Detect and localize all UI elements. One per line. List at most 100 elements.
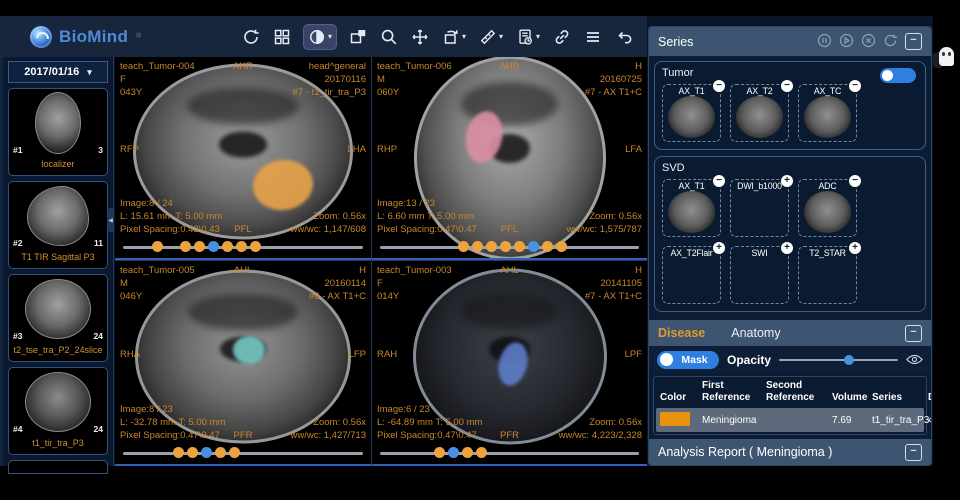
slice-dot[interactable]: [486, 241, 497, 252]
slice-slider[interactable]: [123, 447, 363, 459]
study-date-dropdown[interactable]: 2017/01/16 ▾: [8, 61, 108, 83]
lesion-color-swatch[interactable]: [660, 412, 690, 426]
slice-markers[interactable]: [123, 241, 363, 252]
series-slot-ax-t2[interactable]: −AX_T2: [730, 84, 789, 142]
slice-dot[interactable]: [458, 241, 469, 252]
link-icon[interactable]: [553, 28, 571, 46]
slice-dot[interactable]: [236, 241, 247, 252]
analysis-report-header[interactable]: Analysis Report ( Meningioma ): [649, 439, 931, 465]
series-slot-ax-t2flair[interactable]: +AX_T2Flair: [662, 246, 721, 304]
eye-icon[interactable]: [906, 354, 923, 365]
slice-dot[interactable]: [180, 241, 191, 252]
slice-dot[interactable]: [229, 447, 240, 458]
current-slice-dot[interactable]: [448, 447, 459, 458]
slice-dot[interactable]: [500, 241, 511, 252]
series-slot-dwi-b1000[interactable]: +DWI_b1000: [730, 179, 789, 237]
series-slot-t2-star[interactable]: +T2_STAR: [798, 246, 857, 304]
slice-dot[interactable]: [187, 447, 198, 458]
slice-dot[interactable]: [514, 241, 525, 252]
slice-slider[interactable]: [380, 447, 639, 459]
refresh-icon[interactable]: [883, 33, 898, 51]
viewport-2[interactable]: teach_Tumor-006M060Y AHR H20160725#7 - A…: [372, 57, 647, 260]
series-slot-swi[interactable]: +SWI: [730, 246, 789, 304]
stop-circle-icon[interactable]: [861, 33, 876, 51]
play-circle-icon[interactable]: [839, 33, 854, 51]
swap-layout-icon[interactable]: [349, 28, 367, 46]
mask-toggle[interactable]: Mask: [657, 351, 719, 369]
remove-badge-icon[interactable]: −: [713, 80, 725, 92]
viewport-4[interactable]: teach_Tumor-003F014Y AHL H20141105#7 - A…: [372, 261, 647, 466]
add-badge-icon[interactable]: +: [781, 242, 793, 254]
current-slice-dot[interactable]: [201, 447, 212, 458]
collapse-icon[interactable]: [905, 444, 922, 461]
viewport-1[interactable]: teach_Tumor-004F043Y AHR head^general201…: [115, 57, 371, 260]
slice-markers[interactable]: [380, 241, 639, 252]
zoom-search-icon[interactable]: [380, 28, 398, 46]
remove-badge-icon[interactable]: −: [849, 175, 861, 187]
tab-anatomy[interactable]: Anatomy: [731, 326, 780, 340]
series-slot-ax-t1[interactable]: −AX_T1: [662, 84, 721, 142]
slice-dot[interactable]: [472, 241, 483, 252]
slice-dot[interactable]: [152, 241, 163, 252]
slice-dot[interactable]: [222, 241, 233, 252]
current-slice-dot[interactable]: [528, 241, 539, 252]
series-slot-ax-t1[interactable]: −AX_T1: [662, 179, 721, 237]
slice-dot[interactable]: [434, 447, 445, 458]
opacity-label: Opacity: [727, 353, 771, 367]
study-desc: H: [359, 265, 366, 276]
collapse-icon[interactable]: [905, 33, 922, 50]
remove-badge-icon[interactable]: −: [713, 175, 725, 187]
series-slot-adc[interactable]: −ADC: [798, 179, 857, 237]
add-badge-icon[interactable]: +: [849, 242, 861, 254]
report-icon[interactable]: ▾: [516, 28, 540, 46]
series-thumbnail-partial[interactable]: [8, 460, 108, 474]
col-second-reference: Second Reference: [766, 380, 832, 404]
collapse-icon[interactable]: [905, 325, 922, 342]
menu-icon[interactable]: [584, 28, 602, 46]
orientation-right: LHA: [348, 143, 366, 156]
pan-move-icon[interactable]: [411, 28, 429, 46]
slice-slider[interactable]: [123, 241, 363, 253]
viewport-3[interactable]: teach_Tumor-005M046Y AHL H20160114#6 - A…: [115, 261, 371, 466]
slice-dot[interactable]: [476, 447, 487, 458]
opacity-slider[interactable]: [779, 353, 898, 367]
sidebar-collapse-handle[interactable]: ◀: [107, 208, 114, 232]
slice-dot[interactable]: [166, 241, 177, 252]
remove-badge-icon[interactable]: −: [781, 80, 793, 92]
slice-dot[interactable]: [462, 447, 473, 458]
pause-circle-icon[interactable]: [817, 33, 832, 51]
slice-dot[interactable]: [250, 241, 261, 252]
slice-dot[interactable]: [542, 241, 553, 252]
tab-disease[interactable]: Disease: [658, 326, 705, 340]
add-badge-icon[interactable]: +: [781, 175, 793, 187]
slice-markers[interactable]: [123, 447, 363, 458]
patient-age: 043Y: [120, 87, 142, 98]
contrast-icon[interactable]: ▾: [304, 25, 336, 49]
thumbnail-image: [25, 372, 91, 432]
slice-dot[interactable]: [556, 241, 567, 252]
refresh-icon[interactable]: [242, 28, 260, 46]
slice-dot[interactable]: [215, 447, 226, 458]
slice-markers[interactable]: [380, 447, 639, 458]
slice-slider[interactable]: [380, 241, 639, 253]
display-eye-icon[interactable]: [928, 415, 932, 425]
undo-icon[interactable]: [615, 28, 633, 46]
add-badge-icon[interactable]: +: [713, 242, 725, 254]
series-thumbnail-localizer[interactable]: #1 3 localizer: [8, 88, 108, 176]
tumor-toggle[interactable]: [880, 68, 916, 83]
slice-dot[interactable]: [194, 241, 205, 252]
opacity-slider-thumb[interactable]: [844, 355, 854, 365]
table-row[interactable]: Meningioma 7.69 t1_tir_tra_P3: [656, 408, 924, 432]
orientation-right: LFP: [349, 348, 366, 361]
series-slot-ax-tc[interactable]: −AX_TC: [798, 84, 857, 142]
rotate-icon[interactable]: ▾: [442, 28, 466, 46]
assistant-ghost-icon[interactable]: [939, 47, 954, 66]
slice-dot[interactable]: [173, 447, 184, 458]
remove-badge-icon[interactable]: −: [849, 80, 861, 92]
series-thumbnail-t2-tra[interactable]: #3 24 t2_tse_tra_P2_24slice: [8, 274, 108, 362]
current-slice-dot[interactable]: [208, 241, 219, 252]
series-thumbnail-t1-sagittal[interactable]: #2 11 T1 TIR Sagittal P3: [8, 181, 108, 269]
measure-icon[interactable]: ▾: [479, 28, 503, 46]
series-thumbnail-t1-tra[interactable]: #4 24 t1_tir_tra_P3: [8, 367, 108, 455]
layout-grid-icon[interactable]: [273, 28, 291, 46]
